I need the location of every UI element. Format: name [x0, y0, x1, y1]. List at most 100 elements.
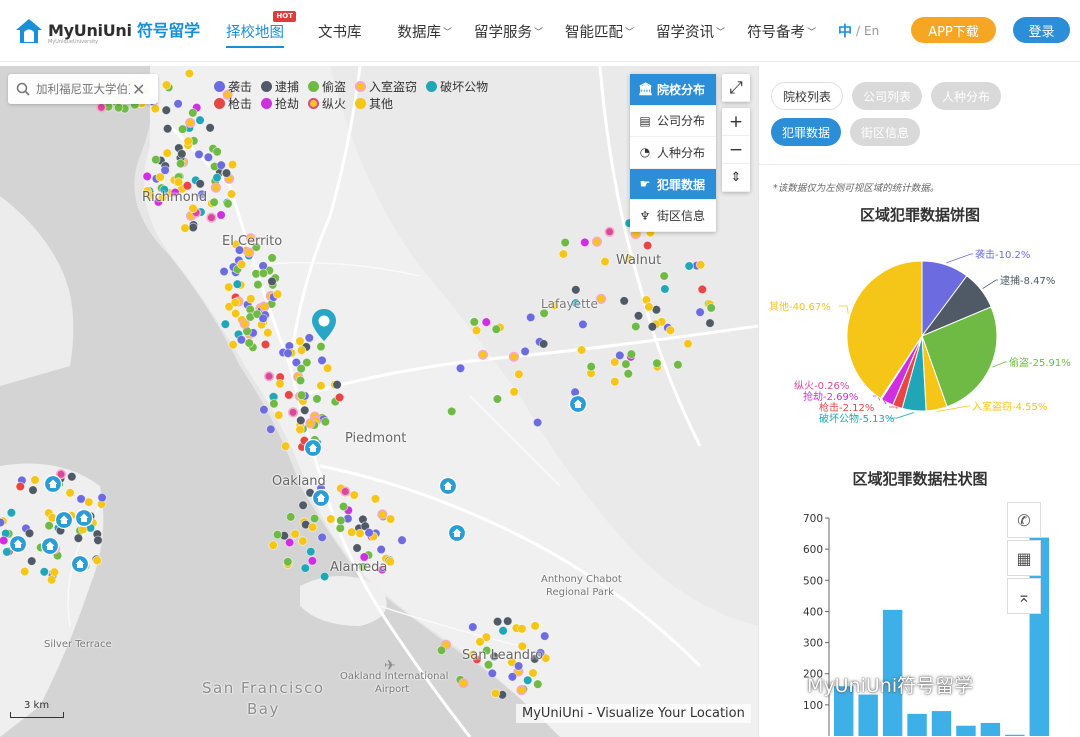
crime-marker[interactable]	[20, 566, 30, 577]
crime-marker[interactable]	[220, 319, 231, 329]
legend-item-vandalism[interactable]: 破坏公物	[426, 78, 488, 95]
crime-marker[interactable]	[332, 380, 342, 390]
crime-marker[interactable]	[296, 390, 307, 400]
crime-marker[interactable]	[458, 677, 469, 689]
crime-marker[interactable]	[644, 302, 654, 312]
crime-marker[interactable]	[27, 556, 37, 566]
crime-marker[interactable]	[684, 261, 694, 271]
bar[interactable]	[1005, 734, 1025, 736]
bar[interactable]	[907, 713, 927, 736]
crime-marker[interactable]	[280, 441, 291, 451]
crime-marker[interactable]	[283, 557, 293, 567]
crime-marker[interactable]	[475, 637, 485, 647]
crime-marker[interactable]	[182, 180, 193, 191]
crime-marker[interactable]	[295, 424, 305, 435]
crime-marker[interactable]	[560, 237, 570, 248]
bar[interactable]	[931, 711, 952, 736]
crime-marker[interactable]	[631, 321, 641, 332]
crime-marker[interactable]	[226, 189, 237, 199]
crime-marker[interactable]	[517, 624, 527, 634]
crime-marker[interactable]	[349, 490, 359, 500]
crime-marker[interactable]	[93, 535, 103, 546]
crime-marker[interactable]	[194, 149, 204, 160]
crime-marker[interactable]	[177, 149, 187, 159]
nav-study-abroad-services[interactable]: 留学服务 ﹀	[474, 0, 543, 62]
crime-marker[interactable]	[322, 363, 333, 373]
crime-marker[interactable]	[266, 424, 276, 435]
crime-marker[interactable]	[92, 555, 102, 566]
zoom-out-button[interactable]: −	[722, 136, 750, 164]
crime-marker[interactable]	[203, 152, 214, 163]
crime-marker[interactable]	[173, 177, 184, 187]
crime-marker[interactable]	[516, 684, 527, 696]
crime-marker[interactable]	[695, 259, 706, 270]
crime-marker[interactable]	[184, 68, 195, 79]
crime-marker[interactable]	[615, 350, 625, 361]
crime-marker[interactable]	[15, 481, 25, 492]
crime-marker[interactable]	[288, 407, 299, 418]
crime-marker[interactable]	[316, 380, 326, 391]
crime-marker[interactable]	[177, 124, 188, 134]
crime-marker[interactable]	[591, 236, 603, 247]
crime-marker[interactable]	[206, 212, 217, 223]
crime-marker[interactable]	[317, 532, 327, 543]
crime-marker[interactable]	[210, 182, 221, 193]
crime-marker[interactable]	[447, 406, 457, 417]
close-icon[interactable]: ✕	[132, 80, 145, 99]
crime-marker[interactable]	[514, 369, 524, 380]
crime-marker[interactable]	[284, 537, 295, 548]
crime-marker[interactable]	[236, 335, 247, 345]
crime-marker[interactable]	[490, 688, 501, 699]
crime-marker[interactable]	[492, 616, 503, 627]
crime-marker[interactable]	[223, 282, 234, 292]
layer-ethnicity-distribution[interactable]: ◔ 人种分布	[630, 137, 716, 169]
crime-marker[interactable]	[244, 247, 255, 258]
crime-marker[interactable]	[578, 319, 588, 330]
crime-marker[interactable]	[503, 616, 513, 626]
crime-marker[interactable]	[600, 256, 610, 267]
crime-marker[interactable]	[633, 311, 644, 321]
crime-marker[interactable]	[0, 517, 6, 528]
crime-marker[interactable]	[305, 418, 316, 429]
crime-marker[interactable]	[244, 338, 254, 348]
bar[interactable]	[858, 694, 878, 736]
tab-school-list[interactable]: 院校列表	[771, 82, 844, 110]
crime-marker[interactable]	[230, 297, 241, 308]
crime-marker[interactable]	[2, 547, 12, 557]
crime-marker[interactable]	[28, 485, 38, 495]
crime-marker[interactable]	[296, 415, 306, 426]
crime-marker[interactable]	[385, 514, 396, 524]
crime-marker[interactable]	[347, 527, 357, 537]
crime-marker[interactable]	[304, 333, 315, 343]
crime-marker[interactable]	[300, 405, 310, 416]
crime-marker[interactable]	[24, 528, 35, 539]
zoom-in-button[interactable]: +	[722, 108, 750, 136]
crime-marker[interactable]	[326, 514, 336, 524]
crime-marker[interactable]	[309, 513, 320, 524]
crime-marker[interactable]	[260, 339, 271, 350]
qrcode-icon[interactable]: ▦	[1007, 540, 1041, 576]
app-download-button[interactable]: APP下载	[911, 17, 996, 43]
bar[interactable]	[980, 722, 1001, 736]
layer-company-distribution[interactable]: ▤ 公司分布	[630, 106, 716, 138]
crime-marker[interactable]	[319, 571, 330, 582]
crime-marker[interactable]	[275, 379, 285, 389]
crime-marker[interactable]	[267, 253, 277, 263]
school-marker-icon[interactable]	[40, 536, 60, 556]
login-button[interactable]: 登录	[1013, 17, 1070, 43]
map-search-box[interactable]: ✕	[8, 74, 158, 104]
crime-marker[interactable]	[212, 172, 222, 183]
crime-marker[interactable]	[532, 417, 543, 428]
lang-en[interactable]: En	[864, 24, 879, 38]
crime-marker[interactable]	[397, 535, 407, 545]
crime-marker[interactable]	[507, 672, 518, 682]
crime-marker[interactable]	[647, 322, 658, 332]
tab-ethnicity[interactable]: 人种分布	[931, 82, 1002, 110]
phone-icon[interactable]: ✆	[1007, 502, 1041, 538]
crime-marker[interactable]	[246, 294, 256, 304]
school-marker-icon[interactable]	[311, 488, 331, 508]
crime-marker[interactable]	[264, 371, 275, 382]
crime-marker[interactable]	[161, 80, 172, 90]
crime-marker[interactable]	[364, 528, 374, 538]
nav-database[interactable]: 数据库 ﹀	[398, 0, 453, 62]
